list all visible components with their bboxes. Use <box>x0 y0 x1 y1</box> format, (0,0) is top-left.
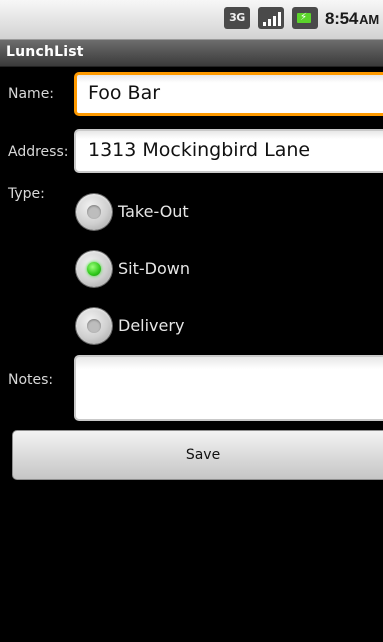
notes-label: Notes: <box>8 372 54 388</box>
name-field[interactable]: Foo Bar <box>74 72 383 116</box>
address-label: Address: <box>8 144 69 160</box>
app-title-bar: LunchList <box>0 40 383 67</box>
radio-take-out-label: Take-Out <box>118 202 189 221</box>
phone-screen: 3G ⚡ 8:54AM LunchList Name: Foo Bar Addr… <box>0 0 383 642</box>
status-clock: 8:54AM <box>325 9 379 29</box>
status-bar: 3G ⚡ 8:54AM <box>0 0 383 40</box>
radio-delivery-label: Delivery <box>118 316 185 335</box>
signal-bars-icon <box>258 7 284 29</box>
save-button[interactable]: Save <box>12 430 383 480</box>
radio-sit-down-label: Sit-Down <box>118 259 190 278</box>
radio-sit-down[interactable]: Sit-Down <box>74 247 214 291</box>
address-field[interactable]: 1313 Mockingbird Lane <box>74 129 383 173</box>
clock-time: 8:54 <box>324 9 359 28</box>
radio-button-checked-icon <box>76 251 112 287</box>
radio-button-icon <box>76 308 112 344</box>
type-label: Type: <box>8 186 45 202</box>
radio-take-out[interactable]: Take-Out <box>74 190 214 234</box>
name-label: Name: <box>8 86 55 102</box>
notes-field[interactable] <box>74 355 383 421</box>
clock-ampm: AM <box>359 12 379 27</box>
app-title: LunchList <box>6 44 84 60</box>
battery-charging-icon: ⚡ <box>292 7 318 29</box>
address-field-value: 1313 Mockingbird Lane <box>88 139 311 161</box>
radio-button-icon <box>76 194 112 230</box>
name-field-value: Foo Bar <box>88 82 161 104</box>
radio-delivery[interactable]: Delivery <box>74 304 214 348</box>
network-3g-icon: 3G <box>224 7 250 29</box>
